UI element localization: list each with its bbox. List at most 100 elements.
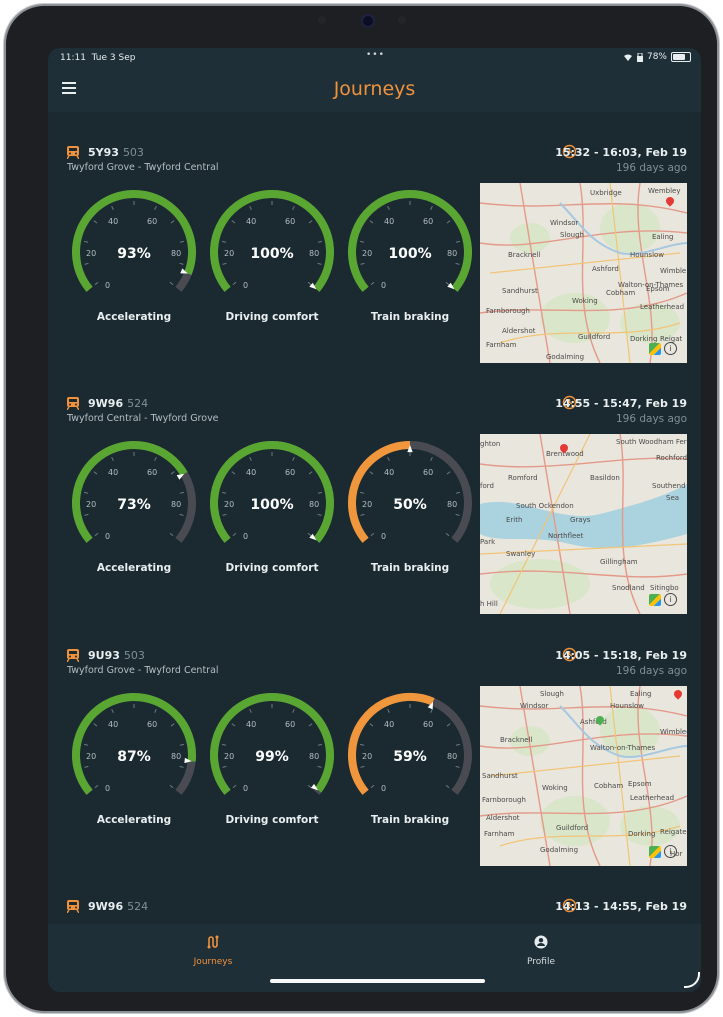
gauge-value: 73% <box>117 497 151 513</box>
map-place-label: Basildon <box>590 474 620 482</box>
gauge-tick-label: 40 <box>246 720 257 729</box>
journey-age: 196 days ago <box>615 413 687 425</box>
page-title: Journeys <box>333 78 416 100</box>
gauge-tick <box>307 281 312 286</box>
gauge-value: 100% <box>388 246 432 262</box>
gauge-tick-label: 0 <box>243 784 249 793</box>
battery-percent: 78% <box>646 52 667 62</box>
journey-card-partial[interactable]: 9W96 524 14:13 - 14:55, Feb 19 <box>48 898 701 924</box>
map-place-label: Hounslow <box>610 702 645 710</box>
gauge-tick <box>84 240 89 243</box>
gauge-value-arc <box>210 441 334 543</box>
info-icon[interactable]: i <box>664 342 677 355</box>
tab-journeys[interactable]: Journeys <box>153 934 273 967</box>
gauge-tick-label: 0 <box>105 281 111 290</box>
map-place-label: Ealing <box>630 690 652 698</box>
map-place-label: Bracknell <box>500 736 533 744</box>
camera-icon <box>361 14 375 28</box>
map-place-label: Farnborough <box>486 307 530 315</box>
map-place-label: Romford <box>508 474 538 482</box>
google-maps-icon[interactable] <box>649 343 661 355</box>
google-maps-icon[interactable] <box>649 594 661 606</box>
gauge-label: Train braking <box>370 311 450 323</box>
gauge-tick <box>307 784 312 789</box>
gauge-value: 87% <box>117 749 151 765</box>
gauge-tick <box>232 281 237 286</box>
gauge-tick-label: 60 <box>423 468 434 477</box>
map-place-label: Dorking <box>628 830 656 838</box>
gauge-tick-label: 0 <box>105 532 111 541</box>
gauge-tick <box>169 784 174 789</box>
gauge-tick <box>94 784 99 789</box>
journey-route: Twyford Central - Twyford Grove <box>67 413 219 424</box>
gauge-tick <box>154 205 157 210</box>
gauge-tick <box>93 723 98 727</box>
gauge-tick <box>179 240 184 243</box>
gauge-value-arc <box>72 190 196 292</box>
gauge-tick <box>170 471 175 475</box>
gauge-tick <box>222 491 227 494</box>
info-icon[interactable]: i <box>664 593 677 606</box>
gauge-tick-label: 40 <box>108 720 119 729</box>
gauge-tick <box>222 765 227 768</box>
status-bar: 11:11 Tue 3 Sep ••• 78% <box>48 48 701 68</box>
wifi-icon <box>623 54 632 61</box>
gauge-value: 93% <box>117 246 151 262</box>
map-place-label: Guildford <box>556 824 589 832</box>
gauge-tick <box>111 205 114 210</box>
google-maps-icon[interactable] <box>649 846 661 858</box>
sensor-dot <box>398 16 406 24</box>
journey-card[interactable]: 9W96 524 Twyford Central - Twyford Grove 14… <box>48 395 701 648</box>
tab-profile[interactable]: Profile <box>481 934 601 967</box>
gauge-tick <box>369 723 374 727</box>
map-place-label: Woking <box>542 784 568 792</box>
gauge-tick <box>446 471 451 475</box>
journey-map[interactable]: Slough Ealing Windsor Hounslow Bracknell Ashf… <box>480 686 687 866</box>
gauge-tick <box>222 513 227 516</box>
gauge-value: 100% <box>250 497 294 513</box>
journey-card[interactable]: 5Y93 503 Twyford Grove - Twyford Central 15… <box>48 144 701 397</box>
multitask-dots-icon[interactable]: ••• <box>366 50 385 60</box>
gauge-label: Accelerating <box>96 814 172 826</box>
map-place-label: Wimbledo <box>660 728 687 736</box>
gauge-value: 59% <box>393 749 427 765</box>
gauge-value: 100% <box>250 246 294 262</box>
map-place-label: Leatherhead <box>640 303 685 311</box>
app-screen: 11:11 Tue 3 Sep ••• 78% Journeys 5Y93 503… <box>48 48 701 992</box>
gauge-tick <box>249 708 252 713</box>
gauge-tick <box>369 471 374 475</box>
gauge-tick-label: 40 <box>108 217 119 226</box>
map-place-label: Slough <box>540 690 564 698</box>
unit-number: 524 <box>127 397 149 410</box>
gauge-tick <box>249 205 252 210</box>
map-place-label: Epsom <box>646 285 670 293</box>
journey-map[interactable]: Uxbridge Wembley Slough Ealing Windsor Hounsl… <box>480 183 687 363</box>
journey-map[interactable]: ghtonSouth Woodham FerrersBrentwoodRochf… <box>480 434 687 614</box>
info-icon[interactable]: i <box>664 845 677 858</box>
journey-route: Twyford Grove - Twyford Central <box>67 665 219 676</box>
gauge-tick <box>360 513 365 516</box>
gauge-tick <box>446 220 451 224</box>
map-place-label: South Woodham Ferrers <box>616 438 687 446</box>
gauge-tick <box>170 220 175 224</box>
gauge-tick <box>308 220 313 224</box>
gauge-tick <box>360 743 365 746</box>
gauge-tick <box>232 532 237 537</box>
map-place-label: Sandhurst <box>482 772 518 780</box>
gauge-tick <box>360 765 365 768</box>
gauge-tick <box>446 723 451 727</box>
map-place-label: Erith <box>506 516 523 524</box>
journey-age: 196 days ago <box>615 665 687 677</box>
home-indicator[interactable] <box>270 979 485 983</box>
gauge-tick <box>430 456 433 461</box>
gauge-tick <box>111 708 114 713</box>
gauge-tick <box>455 743 460 746</box>
journey-card[interactable]: 9U93 503 Twyford Grove - Twyford Central 14… <box>48 647 701 900</box>
map-place-label: Godalming <box>546 353 585 361</box>
journey-time: 14:13 - 14:55, Feb 19 <box>555 900 687 913</box>
gauge-value-arc <box>348 190 472 292</box>
gauge-tick-label: 0 <box>381 532 387 541</box>
gauge-tick <box>317 262 322 265</box>
gauge-tick <box>169 281 174 286</box>
gauge-tick <box>94 532 99 537</box>
